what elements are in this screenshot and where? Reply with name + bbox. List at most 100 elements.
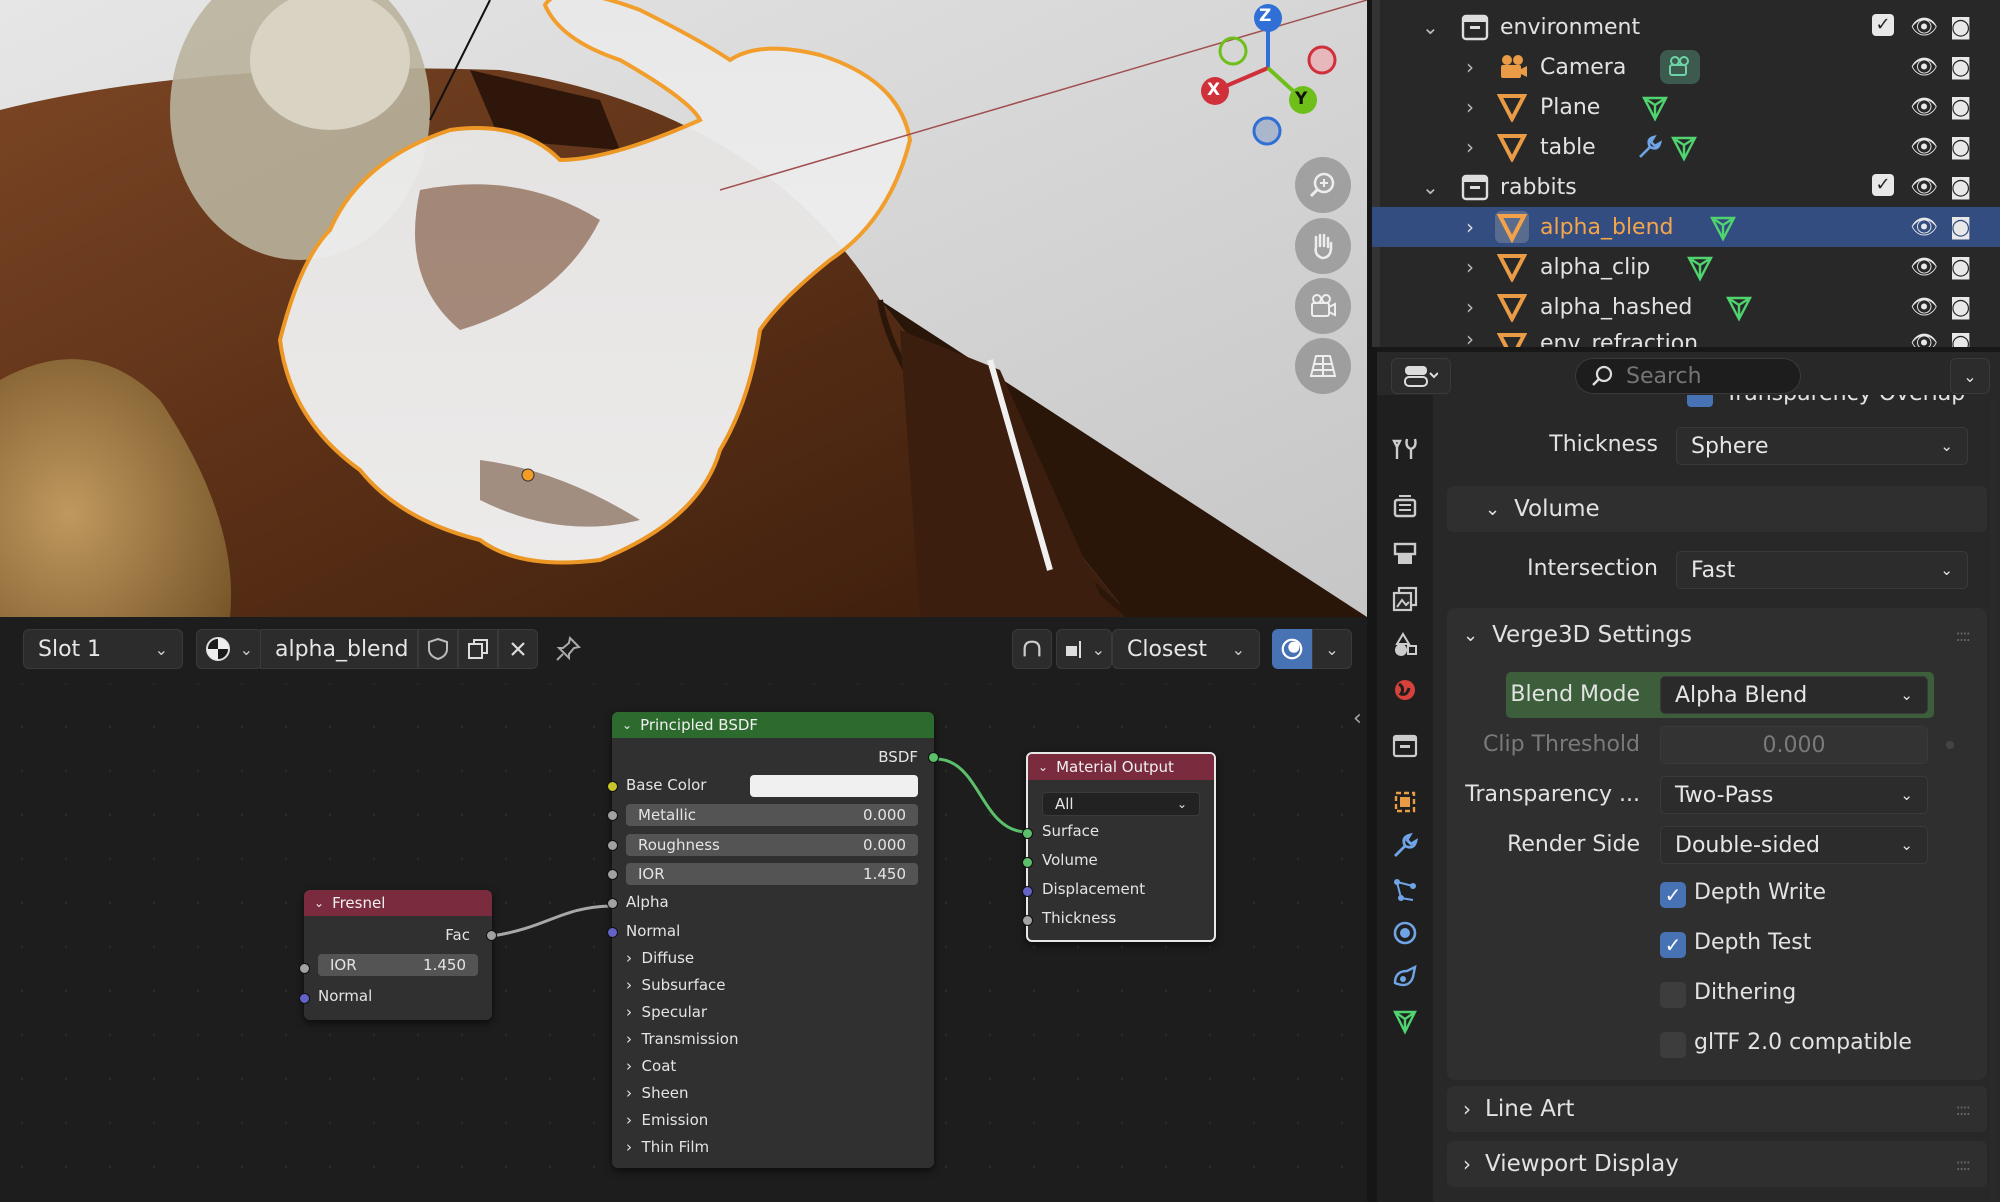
mesh-data-icon[interactable] <box>1640 93 1670 123</box>
outliner-row-alpha-hashed[interactable]: › alpha_hashed 👁 ◙ <box>1372 287 2000 327</box>
eye-icon[interactable]: 👁 <box>1910 295 1938 320</box>
eye-icon[interactable]: 👁 <box>1910 331 1938 347</box>
render-camera-icon[interactable]: ◙ <box>1950 175 1971 200</box>
outliner-row-camera[interactable]: › Camera 👁 ◙ <box>1372 47 2000 87</box>
volume-socket[interactable] <box>1022 857 1033 868</box>
render-camera-icon[interactable]: ◙ <box>1950 55 1971 80</box>
alpha-socket[interactable] <box>607 898 618 909</box>
clip-threshold-field[interactable]: 0.000 <box>1660 726 1928 764</box>
ior-field[interactable]: IOR 1.450 <box>626 863 918 885</box>
outliner-row-alpha-blend[interactable]: › alpha_blend 👁 ◙ <box>1372 207 2000 247</box>
expand-chevron-icon[interactable]: › <box>1466 327 1474 347</box>
mesh-data-icon[interactable] <box>1724 293 1754 323</box>
data-tab-icon[interactable] <box>1387 1003 1423 1039</box>
drag-handle-icon[interactable]: :::: <box>1955 626 1971 645</box>
sidebar-toggle-chevron-icon[interactable]: ‹ <box>1353 706 1362 731</box>
metallic-socket[interactable] <box>607 810 618 821</box>
base-color-swatch[interactable] <box>750 775 918 797</box>
eye-icon[interactable]: 👁 <box>1910 55 1938 80</box>
depth-test-checkbox[interactable]: ✓ <box>1660 932 1686 958</box>
overlap-checkbox[interactable] <box>1687 395 1713 407</box>
output-tab-icon[interactable] <box>1387 536 1423 572</box>
render-camera-icon[interactable]: ◙ <box>1950 135 1971 160</box>
particles-tab-icon[interactable] <box>1387 872 1423 908</box>
fresnel-node[interactable]: ⌄ Fresnel Fac IOR 1.450 Normal <box>299 890 497 1020</box>
expand-chevron-icon[interactable]: ⌄ <box>1422 175 1439 199</box>
blend-mode-dropdown[interactable]: Alpha Blend ⌄ <box>1660 676 1928 714</box>
eye-icon[interactable]: 👁 <box>1910 95 1938 120</box>
zoom-icon[interactable] <box>1295 157 1351 213</box>
ior-field[interactable]: IOR 1.450 <box>318 954 478 976</box>
outliner[interactable]: ⌄ environment ✓ 👁 ◙ › Camera 👁 ◙ › Plane… <box>1372 0 2000 347</box>
render-camera-icon[interactable]: ◙ <box>1950 215 1971 240</box>
drag-handle-icon[interactable]: :::: <box>1955 1155 1971 1174</box>
render-tab-icon[interactable] <box>1387 488 1423 524</box>
bsdf-output-socket[interactable] <box>928 752 939 763</box>
displacement-socket[interactable] <box>1022 886 1033 897</box>
outliner-row-env-refraction[interactable]: › env_refraction 👁 ◙ <box>1372 327 2000 347</box>
ior-input-socket[interactable] <box>299 963 310 974</box>
physics-tab-icon[interactable] <box>1387 915 1423 951</box>
collapse-chevron-icon[interactable]: ⌄ <box>314 896 324 910</box>
output-node-header[interactable]: ⌄ Material Output <box>1028 754 1214 780</box>
panel-transmission[interactable]: › Transmission <box>626 1030 738 1048</box>
ior-socket[interactable] <box>607 869 618 880</box>
properties-scrollbar[interactable] <box>1990 400 1996 1200</box>
volume-panel-header[interactable]: ⌄ Volume <box>1447 486 1987 532</box>
search-input[interactable] <box>1626 363 1786 389</box>
target-dropdown[interactable]: All ⌄ <box>1042 792 1200 816</box>
world-tab-icon[interactable] <box>1387 672 1423 708</box>
exclude-checkbox[interactable]: ✓ <box>1872 14 1894 36</box>
mesh-data-icon[interactable] <box>1685 253 1715 283</box>
panel-coat[interactable]: › Coat <box>626 1057 676 1075</box>
grid-perspective-icon[interactable] <box>1295 338 1351 394</box>
metallic-field[interactable]: Metallic 0.000 <box>626 804 918 826</box>
expand-chevron-icon[interactable]: › <box>1466 215 1474 239</box>
dithering-checkbox[interactable] <box>1660 982 1686 1008</box>
eye-icon[interactable]: 👁 <box>1910 215 1938 240</box>
mesh-data-icon[interactable] <box>1708 213 1738 243</box>
surface-socket[interactable] <box>1022 828 1033 839</box>
editor-type-dropdown[interactable] <box>1391 358 1451 394</box>
expand-chevron-icon[interactable]: › <box>1466 295 1474 319</box>
render-camera-icon[interactable]: ◙ <box>1950 331 1971 347</box>
material-output-node[interactable]: ⌄ Material Output All ⌄ Surface Volume Di… <box>1022 752 1216 942</box>
panel-diffuse[interactable]: › Diffuse <box>626 949 694 967</box>
keyframe-dot-icon[interactable] <box>1946 741 1954 749</box>
expand-chevron-icon[interactable]: › <box>1466 135 1474 159</box>
gltf-compatible-checkbox[interactable] <box>1660 1032 1686 1058</box>
expand-chevron-icon[interactable]: › <box>1466 55 1474 79</box>
expand-chevron-icon[interactable]: › <box>1466 95 1474 119</box>
view-layer-tab-icon[interactable] <box>1387 581 1423 617</box>
object-tab-icon[interactable] <box>1387 784 1423 820</box>
roughness-field[interactable]: Roughness 0.000 <box>626 834 918 856</box>
panel-specular[interactable]: › Specular <box>626 1003 707 1021</box>
eye-icon[interactable]: 👁 <box>1910 135 1938 160</box>
search-field[interactable] <box>1575 358 1801 394</box>
panel-emission[interactable]: › Emission <box>626 1111 708 1129</box>
expand-chevron-icon[interactable]: ⌄ <box>1422 15 1439 39</box>
bsdf-node-header[interactable]: ⌄ Principled BSDF <box>612 712 934 738</box>
3d-viewport[interactable]: Z X Y <box>0 0 1367 617</box>
render-side-dropdown[interactable]: Double-sided ⌄ <box>1660 826 1928 864</box>
panel-subsurface[interactable]: › Subsurface <box>626 976 726 994</box>
eye-icon[interactable]: 👁 <box>1910 255 1938 280</box>
roughness-socket[interactable] <box>607 840 618 851</box>
fac-output-socket[interactable] <box>486 930 497 941</box>
normal-input-socket[interactable] <box>299 993 310 1004</box>
render-camera-icon[interactable]: ◙ <box>1950 255 1971 280</box>
outliner-row-alpha-clip[interactable]: › alpha_clip 👁 ◙ <box>1372 247 2000 287</box>
camera-data-icon[interactable] <box>1659 49 1701 85</box>
normal-socket[interactable] <box>607 927 618 938</box>
collapse-chevron-icon[interactable]: ⌄ <box>1038 760 1048 774</box>
exclude-checkbox[interactable]: ✓ <box>1872 174 1894 196</box>
outliner-row-environment[interactable]: ⌄ environment ✓ 👁 ◙ <box>1372 7 2000 47</box>
intersection-dropdown[interactable]: Fast ⌄ <box>1676 551 1968 589</box>
panel-thin-film[interactable]: › Thin Film <box>626 1138 709 1156</box>
render-camera-icon[interactable]: ◙ <box>1950 15 1971 40</box>
eye-icon[interactable]: 👁 <box>1910 15 1938 40</box>
tool-tab-icon[interactable] <box>1387 431 1423 467</box>
depth-write-checkbox[interactable]: ✓ <box>1660 882 1686 908</box>
eye-icon[interactable]: 👁 <box>1910 175 1938 200</box>
hand-pan-icon[interactable] <box>1295 218 1351 274</box>
